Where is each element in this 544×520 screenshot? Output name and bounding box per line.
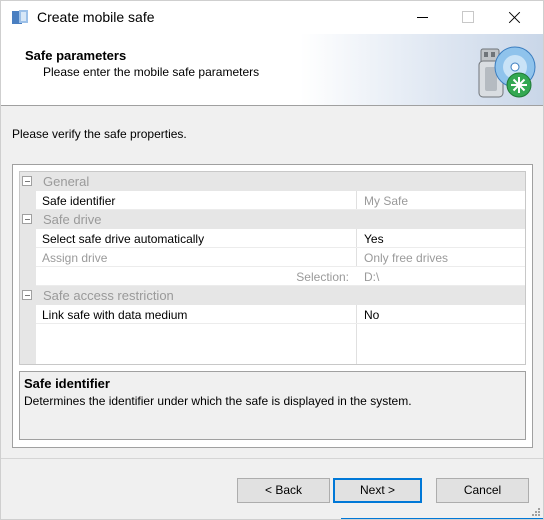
property-value[interactable]: No [364,308,379,322]
row-auto-select[interactable]: Select safe drive automatically Yes [20,229,525,248]
collapse-icon[interactable] [22,214,32,224]
property-name: Safe identifier [42,194,116,208]
selection-label: Selection: [296,270,349,284]
wizard-window: Create mobile safe Safe parameters Pleas… [0,0,544,520]
property-value[interactable]: Yes [364,232,384,246]
empty-grid-area [20,324,525,364]
property-name: Select safe drive automatically [42,232,205,246]
row-assign-drive[interactable]: Assign drive Only free drives [20,248,525,267]
cancel-button[interactable]: Cancel [436,478,529,503]
row-gutter [20,267,36,286]
row-selection[interactable]: Selection: D:\ [20,267,525,286]
footer-divider [1,458,543,459]
row-gutter [20,191,36,210]
column-divider[interactable] [356,191,357,210]
row-gutter [20,305,36,324]
resize-grip-icon[interactable] [531,507,541,517]
category-label: Safe drive [43,212,102,227]
category-general[interactable]: General [20,172,525,191]
selection-value[interactable]: D:\ [364,270,379,284]
usb-drive-with-disc-icon [478,46,536,98]
description-title: Safe identifier [24,376,110,391]
property-name: Link safe with data medium [42,308,188,322]
column-divider[interactable] [356,248,357,267]
header-title: Safe parameters [25,48,127,63]
collapse-icon[interactable] [22,290,32,300]
row-gutter [20,248,36,267]
next-button[interactable]: Next > [333,478,422,503]
category-label: Safe access restriction [43,288,174,303]
column-divider[interactable] [356,305,357,324]
close-icon[interactable] [491,1,537,34]
row-safe-identifier[interactable]: Safe identifier My Safe [20,191,525,210]
column-divider[interactable] [356,229,357,248]
back-button[interactable]: < Back [237,478,330,503]
header-subtitle: Please enter the mobile safe parameters [43,65,260,79]
row-gutter [20,324,36,364]
property-value[interactable]: Only free drives [364,251,448,265]
category-safe-drive[interactable]: Safe drive [20,210,525,229]
property-name: Assign drive [42,251,108,265]
title-bar: Create mobile safe [1,1,543,34]
category-label: General [43,174,90,189]
property-value[interactable]: My Safe [364,194,408,208]
description-panel: Safe identifier Determines the identifie… [19,371,526,440]
row-link-medium[interactable]: Link safe with data medium No [20,305,525,324]
column-divider[interactable] [356,324,357,364]
intro-text: Please verify the safe properties. [12,127,187,141]
description-text: Determines the identifier under which th… [24,394,412,408]
wizard-header: Safe parameters Please enter the mobile … [1,34,543,106]
row-gutter [20,229,36,248]
safe-app-icon [12,10,28,24]
category-access-restriction[interactable]: Safe access restriction [20,286,525,305]
maximize-icon[interactable] [445,1,491,34]
collapse-icon[interactable] [22,176,32,186]
window-title: Create mobile safe [37,9,155,25]
property-grid: General Safe identifier My Safe Safe dri… [19,171,526,365]
minimize-icon[interactable] [399,1,445,34]
property-grid-frame: General Safe identifier My Safe Safe dri… [12,164,533,448]
